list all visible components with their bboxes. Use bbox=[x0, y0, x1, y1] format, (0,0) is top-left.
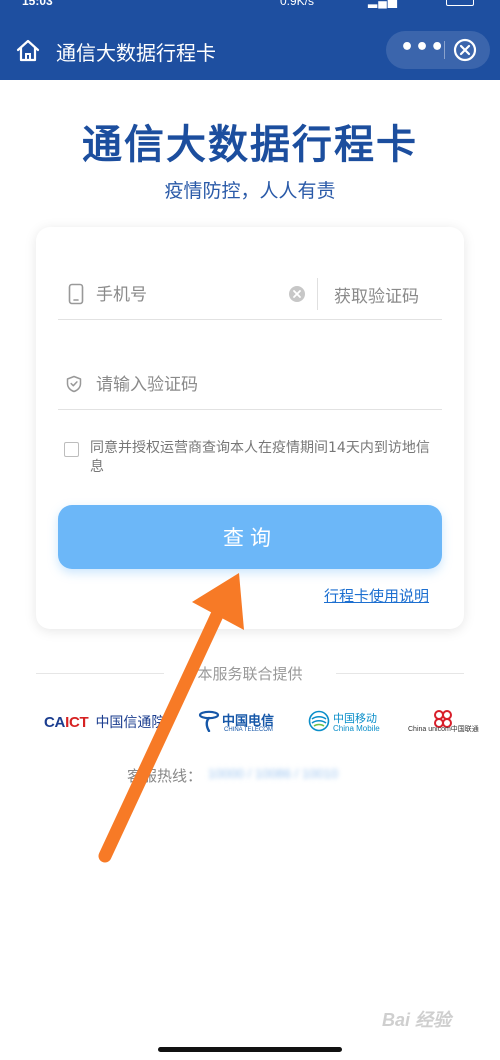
status-bar: 15:03 0.9K/s ▂▄▆ bbox=[0, 0, 500, 20]
field-divider bbox=[317, 278, 318, 310]
mobile-logo-icon bbox=[308, 710, 330, 732]
code-row bbox=[58, 361, 442, 410]
home-indicator bbox=[158, 1047, 342, 1052]
phone-row: 获取验证码 bbox=[58, 271, 442, 320]
caict-name: 中国信通院 bbox=[95, 715, 166, 731]
login-card: 获取验证码 同意并授权运营商查询本人在疫情期间14天内到访地信息 查询 行程卡使… bbox=[36, 227, 464, 629]
query-button[interactable]: 查询 bbox=[58, 505, 442, 569]
page-title: 通信大数据行程卡 bbox=[82, 122, 418, 168]
provided-by-label: 本服务联合提供 bbox=[197, 665, 303, 683]
mini-program-capsule: ••• bbox=[386, 31, 490, 69]
telecom-logo-icon bbox=[198, 710, 220, 732]
clear-icon[interactable] bbox=[288, 285, 306, 303]
phone-input[interactable] bbox=[94, 279, 288, 311]
shield-icon bbox=[66, 375, 82, 393]
close-circle-icon[interactable] bbox=[453, 38, 477, 62]
app-header: 通信大数据行程卡 ••• bbox=[0, 20, 500, 80]
agreement-text: 同意并授权运营商查询本人在疫情期间14天内到访地信息 bbox=[90, 440, 430, 475]
verification-code-input[interactable] bbox=[94, 369, 398, 401]
usage-guide-link[interactable]: 行程卡使用说明 bbox=[324, 585, 429, 606]
battery-icon bbox=[446, 0, 474, 6]
get-code-button[interactable]: 获取验证码 bbox=[334, 282, 419, 307]
caict-logo: CAICT 中国信通院 bbox=[44, 712, 165, 732]
agreement-checkbox[interactable] bbox=[64, 442, 79, 457]
status-time: 15:03 bbox=[22, 0, 53, 8]
mobile-english-name: China Mobile bbox=[333, 724, 380, 733]
caict-mark: CAICT bbox=[44, 714, 89, 731]
header-title: 通信大数据行程卡 bbox=[56, 41, 216, 65]
unicom-name: China unicom中国联通 bbox=[408, 726, 479, 733]
telecom-english-name: CHINA TELECOM bbox=[224, 727, 273, 733]
signal-icon: ▂▄▆ bbox=[368, 0, 398, 8]
network-speed: 0.9K/s bbox=[280, 0, 315, 8]
home-icon[interactable] bbox=[15, 38, 41, 64]
hotline-label: 客服热线： bbox=[127, 767, 203, 785]
page-subtitle: 疫情防控，人人有责 bbox=[164, 180, 336, 202]
more-icon[interactable]: ••• bbox=[400, 35, 445, 60]
phone-icon bbox=[68, 283, 84, 305]
china-unicom-logo: China unicom中国联通 bbox=[408, 708, 479, 740]
hotline-numbers[interactable]: 10000 / 10086 / 10010 bbox=[208, 766, 338, 781]
capsule-divider bbox=[444, 41, 445, 59]
watermark: Bai 经验 bbox=[382, 1010, 452, 1030]
